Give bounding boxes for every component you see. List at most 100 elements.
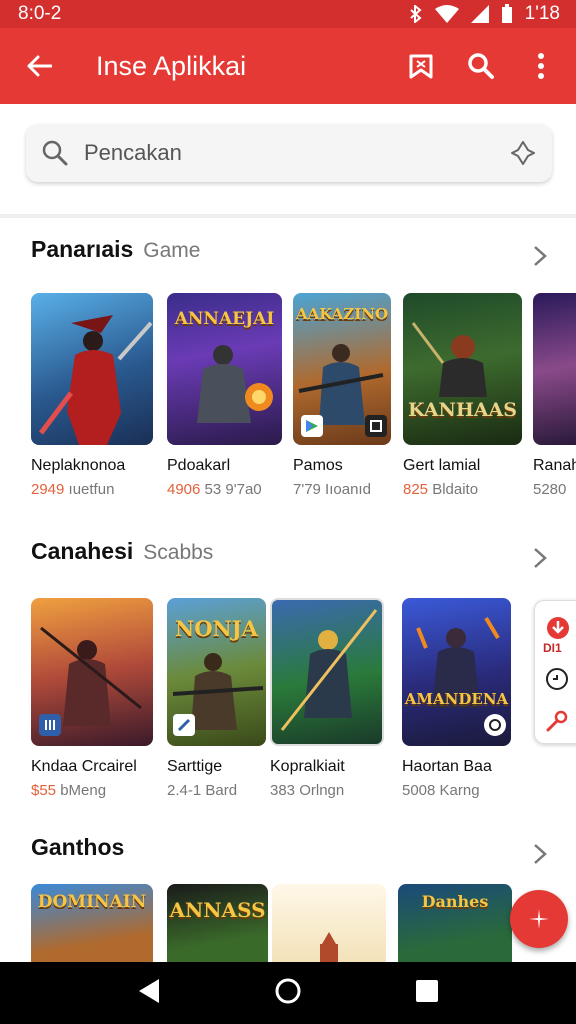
search-input[interactable] <box>84 140 494 166</box>
app-card[interactable]: Ranah 5280 <box>533 293 576 498</box>
app-meta-rest: 5280 <box>533 481 567 498</box>
app-card[interactable]: ANNASS <box>167 884 268 962</box>
triangle-back-icon <box>138 978 159 1003</box>
app-card[interactable]: Kndaa Crcairel $55 bMeng <box>31 598 153 799</box>
pin-icon <box>546 710 568 732</box>
side-download-button[interactable] <box>545 615 571 641</box>
app-name: Sarttige <box>167 758 223 775</box>
side-clock-button[interactable] <box>545 667 569 691</box>
wifi-icon <box>434 5 459 23</box>
section-header: Panarıais Game <box>31 236 200 276</box>
search-button[interactable] <box>460 45 502 87</box>
bluetooth-icon <box>410 5 422 23</box>
app-bar-title: Inse Aplikkai <box>96 50 247 81</box>
app-card[interactable]: NONJA Sarttige 2.4-1 Bard <box>167 598 266 799</box>
badge-icon <box>177 718 191 732</box>
app-card[interactable]: DOMINAIN <box>31 884 153 962</box>
app-thumbnail: ANNAEJAI <box>167 293 282 445</box>
circle-home-icon <box>275 978 301 1003</box>
play-store-badge <box>301 415 323 437</box>
warrior-art-icon <box>39 315 153 445</box>
app-card[interactable]: Danhes <box>398 884 512 962</box>
side-edit-button[interactable] <box>545 709 569 733</box>
section-title: Canahesi <box>31 538 134 564</box>
search-bar[interactable] <box>26 124 552 182</box>
divider <box>0 214 576 218</box>
app-name: Gert lamial <box>403 457 481 474</box>
app-bar: Inse Aplikkai <box>0 28 576 104</box>
badge-icon <box>489 719 501 731</box>
app-card[interactable]: Neplaknonoa 2949 ıuetfun <box>31 293 153 498</box>
swordsman-art-icon <box>280 609 378 731</box>
app-meta-rest: ıuetfun <box>64 481 115 498</box>
content-sheet: Panarıais Game Neplaknonoa 2949 ıuetfun … <box>0 104 576 962</box>
badge-icon <box>370 420 382 432</box>
app-meta-highlight: 4906 <box>167 481 201 498</box>
app-card[interactable]: Kopralkiait 383 Orlngn <box>270 598 384 799</box>
section-title: Ganthos <box>31 834 125 860</box>
app-name: Ranah <box>533 457 576 474</box>
app-banner: AAKAZINO <box>295 305 389 323</box>
app-card[interactable]: AAKAZINO Pamos 7'79 Iıoanıd <box>293 293 391 498</box>
bookmark-button[interactable] <box>400 45 442 87</box>
app-meta-rest: 383 Orlngn <box>270 782 345 799</box>
app-thumbnail: KANHAAS <box>403 293 522 445</box>
section-header: Canahesi Scabbs <box>31 538 213 578</box>
square-recents-icon <box>416 979 439 1002</box>
clock-icon <box>546 668 568 690</box>
chevron-right-icon <box>534 548 547 568</box>
section-more-button[interactable] <box>526 240 554 272</box>
chevron-right-icon <box>534 246 547 266</box>
app-thumbnail <box>31 598 153 746</box>
app-card[interactable]: AMANDENA Haortan Baa 5008 Karng <box>402 598 511 799</box>
download-icon <box>547 617 569 639</box>
more-vert-icon <box>538 53 544 79</box>
app-meta-rest: 5008 Karng <box>402 782 480 799</box>
app-meta: 5280 <box>533 481 576 498</box>
bookmark-icon <box>409 54 433 79</box>
more-options-button[interactable] <box>520 45 562 87</box>
app-badge <box>173 714 195 736</box>
badge-icon <box>45 720 55 730</box>
app-meta: 2949 ıuetfun <box>31 481 153 498</box>
section-more-button[interactable] <box>526 542 554 574</box>
app-thumbnail <box>533 293 576 445</box>
app-banner: AMANDENA <box>404 690 509 708</box>
nav-home-button[interactable] <box>274 977 302 1010</box>
app-thumbnail: Danhes <box>398 884 512 962</box>
app-card[interactable]: ANNAEJAI Pdoakarl 4906 53 9'7a0 <box>167 293 282 498</box>
status-time: 8:0-2 <box>18 3 62 24</box>
diamond-star-icon <box>511 141 535 165</box>
app-badge <box>39 714 61 736</box>
app-banner: Danhes <box>421 892 489 911</box>
section-more-button[interactable] <box>526 838 554 870</box>
app-badge <box>484 714 506 736</box>
app-thumbnail: NONJA <box>167 598 266 746</box>
app-meta-highlight: 825 <box>403 481 429 498</box>
search-icon <box>468 53 494 79</box>
app-meta-rest: bMeng <box>56 782 107 799</box>
search-icon <box>42 140 68 166</box>
voice-search-button[interactable] <box>494 140 552 166</box>
app-name: Pdoakarl <box>167 457 231 474</box>
app-card[interactable]: KANHAAS Gert lamial 825 Bldaito <box>403 293 522 498</box>
floating-action-button[interactable] <box>510 890 568 948</box>
app-meta-rest: 2.4-1 Bard <box>167 782 238 799</box>
app-banner: KANHAAS <box>407 399 517 421</box>
system-nav-bar <box>0 962 576 1024</box>
app-meta-rest: Bldaito <box>428 481 479 498</box>
app-name: Kndaa Crcairel <box>31 758 137 775</box>
app-meta: 825 Bldaito <box>403 481 522 498</box>
status-icons: 1'18 <box>409 3 560 25</box>
app-card[interactable] <box>272 884 386 962</box>
side-panel-label: DI1 <box>543 641 562 655</box>
nav-recents-button[interactable] <box>415 979 439 1008</box>
nav-back-button[interactable] <box>137 978 161 1009</box>
section-header: Ganthos <box>31 834 134 874</box>
app-name: Pamos <box>293 457 343 474</box>
app-meta-rest: 7'79 Iıoanıd <box>293 481 371 498</box>
sparkle-plus-icon <box>529 909 549 929</box>
heroine-art-icon <box>411 322 487 397</box>
app-meta: $55 bMeng <box>31 782 153 799</box>
back-button[interactable] <box>0 28 78 104</box>
